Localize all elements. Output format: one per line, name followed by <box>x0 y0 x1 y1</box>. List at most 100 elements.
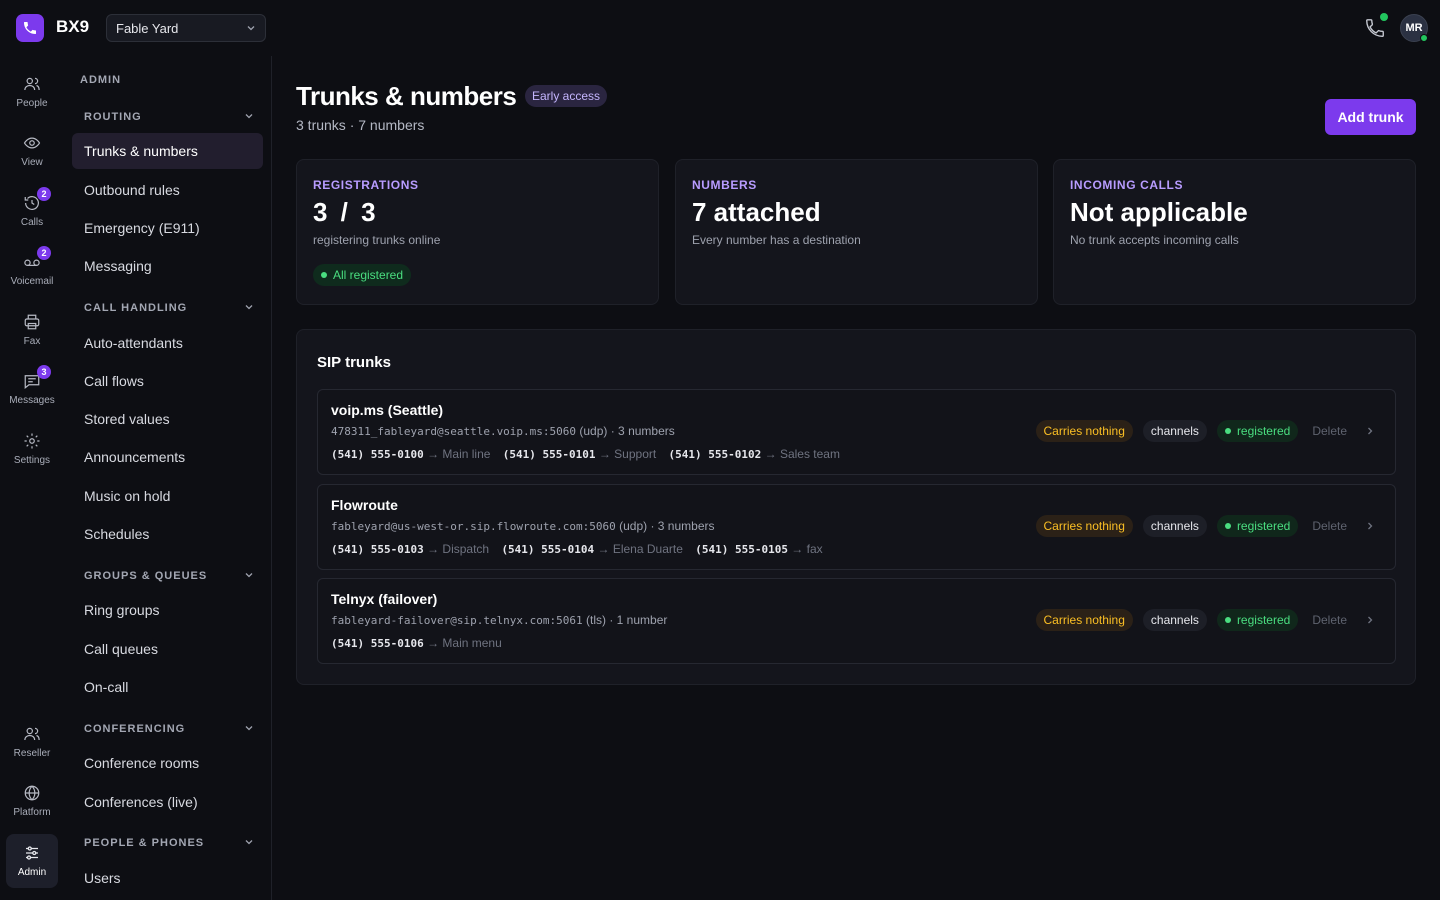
subnav-item-conferences-live[interactable]: Conferences (live) <box>72 784 263 820</box>
registered-label: registered <box>1236 519 1291 533</box>
rail-label: Fax <box>23 336 41 347</box>
status-dot <box>321 272 327 278</box>
group-people-phones[interactable]: PEOPLE & PHONES <box>84 837 264 849</box>
card-sub: No trunk accepts incoming calls <box>1070 233 1239 247</box>
chevron-right-icon[interactable] <box>1365 521 1375 531</box>
subnav-item-ring-groups[interactable]: Ring groups <box>72 592 263 628</box>
rail-item-platform[interactable]: Platform <box>6 774 58 828</box>
subnav-item-messaging[interactable]: Messaging <box>72 248 263 284</box>
subnav-item-call-queues[interactable]: Call queues <box>72 631 263 667</box>
numbers-card: NUMBERS 7 attached Every number has a de… <box>675 159 1038 305</box>
status-dot <box>1224 428 1231 434</box>
rail-item-admin[interactable]: Admin <box>6 834 58 888</box>
card-value: 7 attached <box>692 197 821 227</box>
subnav-item-outbound-rules[interactable]: Outbound rules <box>72 172 263 208</box>
subnav-item-conference-rooms[interactable]: Conference rooms <box>72 745 263 781</box>
trunk-host: 478311_fableyard@seattle.voip.ms:5060 <box>331 425 577 438</box>
rail-item-calls[interactable]: 2 Calls <box>6 184 58 238</box>
trunk-name: voip.ms (Seattle) <box>331 402 444 418</box>
admin-subnav: ADMIN ROUTING Trunks & numbers Outbound … <box>64 56 272 900</box>
number-destination: → Elena Duarte <box>597 542 683 556</box>
subnav-item-users[interactable]: Users <box>72 860 263 896</box>
rail-item-messages[interactable]: 3 Messages <box>6 362 58 416</box>
subnav-item-emergency[interactable]: Emergency (E911) <box>72 210 263 246</box>
subnav-item-music-on-hold[interactable]: Music on hold <box>72 478 263 514</box>
rail-item-voicemail[interactable]: 2 Voicemail <box>6 243 58 297</box>
chevron-down-icon <box>245 573 253 578</box>
registered-label: registered <box>1236 424 1291 438</box>
phone-number: (541) 555-0104 <box>501 543 595 556</box>
icon-rail: People View 2 Calls 2 Voicemail Fax 3 Me… <box>0 56 64 900</box>
status-dot <box>1224 523 1231 529</box>
trunk-row[interactable]: voip.ms (Seattle) 478311_fableyard@seatt… <box>317 389 1396 475</box>
sip-trunks-panel: SIP trunks voip.ms (Seattle) 478311_fabl… <box>296 329 1416 685</box>
chevron-down-icon <box>245 840 253 845</box>
number-destination: → Main menu <box>427 636 502 650</box>
trunk-meta: fableyard@us-west-or.sip.flowroute.com:5… <box>331 519 715 533</box>
phone-logo-icon[interactable] <box>16 14 44 42</box>
rail-label: Settings <box>13 455 51 466</box>
group-groups-queues[interactable]: GROUPS & QUEUES <box>84 570 264 582</box>
rail-label: Admin <box>17 867 47 878</box>
rail-item-people[interactable]: People <box>6 65 58 119</box>
trunk-transport: (udp) · 3 numbers <box>615 519 715 533</box>
group-conferencing[interactable]: CONFERENCING <box>84 723 264 735</box>
gear-icon <box>24 433 40 449</box>
number-pair: (541) 555-0105 → fax <box>695 542 822 556</box>
subnav-heading: ADMIN <box>80 74 122 86</box>
page-subtitle: 3 trunks · 7 numbers <box>296 117 425 133</box>
number-pair: (541) 555-0100 → Main line <box>331 447 490 461</box>
rail-item-view[interactable]: View <box>6 124 58 178</box>
chevron-right-icon[interactable] <box>1365 426 1375 436</box>
rail-item-reseller[interactable]: Reseller <box>6 715 58 769</box>
delete-button[interactable]: Delete <box>1312 424 1347 438</box>
avatar-status-dot <box>1420 34 1428 42</box>
trunk-row[interactable]: Telnyx (failover) fableyard-failover@sip… <box>317 578 1396 664</box>
eye-icon <box>23 137 41 149</box>
messages-badge: 3 <box>37 365 51 379</box>
rail-item-fax[interactable]: Fax <box>6 303 58 357</box>
subnav-item-stored-values[interactable]: Stored values <box>72 401 263 437</box>
number-pair: (541) 555-0101 → Support <box>503 447 656 461</box>
rail-item-settings[interactable]: Settings <box>6 422 58 476</box>
subnav-item-call-flows[interactable]: Call flows <box>72 363 263 399</box>
trunk-host: fableyard@us-west-or.sip.flowroute.com:5… <box>331 520 616 533</box>
rail-label: Voicemail <box>10 276 54 287</box>
early-access-badge: Early access <box>525 85 608 107</box>
phone-number: (541) 555-0102 <box>668 448 762 461</box>
trunk-tags: Carries nothing channels registered Dele… <box>1035 609 1375 631</box>
group-routing[interactable]: ROUTING <box>84 111 264 123</box>
registrations-card: REGISTRATIONS 3 / 3 registering trunks o… <box>296 159 659 305</box>
channels-tag: channels <box>1142 420 1207 442</box>
card-sub: registering trunks online <box>313 233 441 247</box>
subnav-item-announcements[interactable]: Announcements <box>72 439 263 475</box>
group-call-handling[interactable]: CALL HANDLING <box>84 302 264 314</box>
carries-tag: Carries nothing <box>1035 420 1133 442</box>
trunk-row[interactable]: Flowroute fableyard@us-west-or.sip.flowr… <box>317 484 1396 570</box>
subnav-item-trunks-numbers[interactable]: Trunks & numbers <box>72 133 263 169</box>
number-pair: (541) 555-0104 → Elena Duarte <box>501 542 682 556</box>
chevron-right-icon[interactable] <box>1365 615 1375 625</box>
trunk-numbers: (541) 555-0106 → Main menu <box>331 636 511 650</box>
rail-label: People <box>16 98 48 109</box>
add-trunk-button[interactable]: Add trunk <box>1325 99 1416 135</box>
chevron-down-icon <box>245 726 253 731</box>
page-title: Trunks & numbers <box>296 81 517 111</box>
chevron-down-icon <box>247 26 255 31</box>
subnav-item-on-call[interactable]: On-call <box>72 669 263 705</box>
number-destination: → Main line <box>427 447 491 461</box>
card-key: REGISTRATIONS <box>313 178 419 192</box>
carries-tag: Carries nothing <box>1035 515 1133 537</box>
group-label: PEOPLE & PHONES <box>84 837 205 849</box>
delete-button[interactable]: Delete <box>1312 613 1347 627</box>
subnav-item-schedules[interactable]: Schedules <box>72 516 263 552</box>
phone-number: (541) 555-0105 <box>695 543 788 556</box>
subnav-item-auto-attendants[interactable]: Auto-attendants <box>72 325 263 361</box>
channels-tag: channels <box>1142 609 1207 631</box>
delete-button[interactable]: Delete <box>1312 519 1347 533</box>
trunk-transport: (tls) · 1 number <box>582 613 668 627</box>
org-select[interactable]: Fable Yard <box>106 14 266 42</box>
rail-label: Platform <box>13 807 51 818</box>
status-badge-label: All registered <box>333 268 404 282</box>
rail-label: View <box>21 157 43 168</box>
